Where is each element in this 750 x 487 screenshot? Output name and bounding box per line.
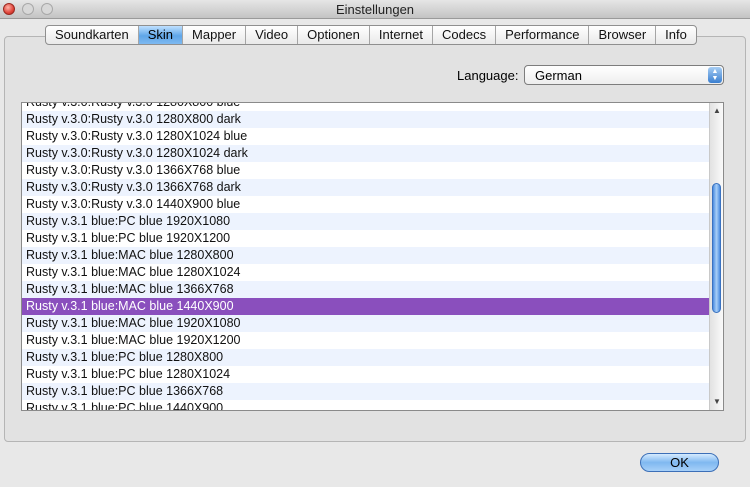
- preferences-window: Einstellungen Soundkarten Skin Mapper Video…: [0, 0, 750, 487]
- tab-browser[interactable]: Browser: [589, 26, 657, 44]
- list-item[interactable]: Rusty v.3.1 blue:PC blue 1280X1024: [22, 366, 710, 383]
- list-item[interactable]: Rusty v.3.1 blue:MAC blue 1280X800: [22, 247, 710, 264]
- list-item[interactable]: Rusty v.3.1 blue:MAC blue 1920X1200: [22, 332, 710, 349]
- list-item[interactable]: Rusty v.3.1 blue:PC blue 1920X1200: [22, 230, 710, 247]
- window-title: Einstellungen: [335, 2, 415, 17]
- list-item[interactable]: Rusty v.3.0:Rusty v.3.0 1366X768 blue: [22, 162, 710, 179]
- list-item[interactable]: Rusty v.3.1 blue:PC blue 1366X768: [22, 383, 710, 400]
- list-item[interactable]: Rusty v.3.0:Rusty v.3.0 1280X1024 dark: [22, 145, 710, 162]
- tab-mapper[interactable]: Mapper: [183, 26, 247, 44]
- list-item[interactable]: Rusty v.3.0:Rusty v.3.0 1366X768 dark: [22, 179, 710, 196]
- list-item[interactable]: Rusty v.3.0:Rusty v.3.0 1440X900 blue: [22, 196, 710, 213]
- title-bar[interactable]: Einstellungen: [0, 0, 750, 19]
- updown-arrows-icon: ▲ ▼: [708, 67, 722, 83]
- list-item[interactable]: Rusty v.3.1 blue:PC blue 1920X1080: [22, 213, 710, 230]
- scrollbar-thumb[interactable]: [712, 183, 721, 313]
- language-label: Language:: [457, 68, 519, 83]
- list-item[interactable]: Rusty v.3.1 blue:MAC blue 1920X1080: [22, 315, 710, 332]
- list-item[interactable]: Rusty v.3.1 blue:MAC blue 1440X900: [22, 298, 710, 315]
- language-select[interactable]: German ▲ ▼: [524, 65, 724, 85]
- tab-internet[interactable]: Internet: [370, 26, 433, 44]
- tab-codecs[interactable]: Codecs: [433, 26, 497, 44]
- list-item[interactable]: Rusty v.3.0:Rusty v.3.0 1280X1024 blue: [22, 128, 710, 145]
- tab-soundkarten[interactable]: Soundkarten: [46, 26, 139, 44]
- tab-optionen[interactable]: Optionen: [298, 26, 370, 44]
- tab-performance[interactable]: Performance: [496, 26, 590, 44]
- vertical-scrollbar[interactable]: ▲ ▼: [709, 103, 723, 410]
- arrow-down-icon[interactable]: ▼: [710, 396, 723, 408]
- list-item[interactable]: Rusty v.3.1 blue:MAC blue 1280X1024: [22, 264, 710, 281]
- skin-list-rows: Rusty v.3.0:Rusty v.3.0 1280X800 blue Rus…: [22, 103, 710, 410]
- tab-video[interactable]: Video: [246, 26, 299, 44]
- list-item[interactable]: Rusty v.3.1 blue:PC blue 1280X800: [22, 349, 710, 366]
- skin-list[interactable]: Rusty v.3.0:Rusty v.3.0 1280X800 blue Rus…: [21, 102, 724, 411]
- ok-button[interactable]: OK: [640, 453, 719, 472]
- tab-bar: Soundkarten Skin Mapper Video Optionen Intern…: [45, 25, 697, 45]
- language-value: German: [535, 68, 582, 83]
- list-item[interactable]: Rusty v.3.0:Rusty v.3.0 1280X800 blue: [22, 103, 710, 111]
- arrow-up-icon[interactable]: ▲: [710, 105, 723, 117]
- list-item[interactable]: Rusty v.3.0:Rusty v.3.0 1280X800 dark: [22, 111, 710, 128]
- list-item[interactable]: Rusty v.3.1 blue:PC blue 1440X900: [22, 400, 710, 410]
- list-item[interactable]: Rusty v.3.1 blue:MAC blue 1366X768: [22, 281, 710, 298]
- tab-skin[interactable]: Skin: [138, 26, 184, 44]
- tab-info[interactable]: Info: [656, 26, 696, 44]
